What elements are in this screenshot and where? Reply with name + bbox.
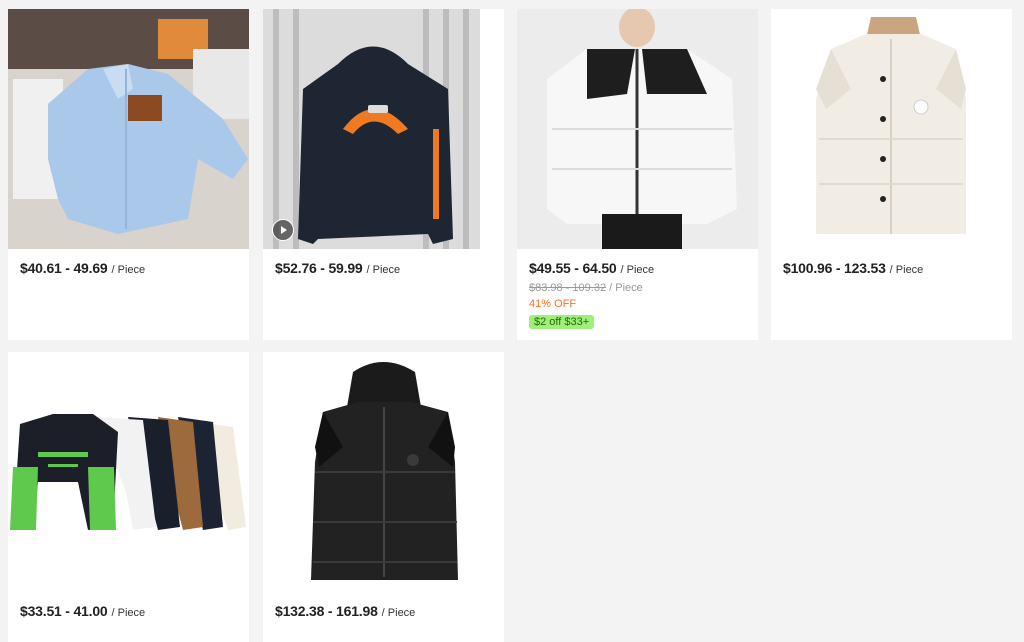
price: $100.96 - 123.53 (783, 260, 886, 276)
discount-badge: 41% OFF (529, 298, 577, 310)
coupon-badge[interactable]: $2 off $33+ (529, 315, 595, 329)
price: $49.55 - 64.50 (529, 260, 617, 276)
price: $33.51 - 41.00 (20, 603, 108, 619)
product-image[interactable] (517, 9, 758, 249)
product-image[interactable] (263, 9, 480, 249)
product-image[interactable] (8, 352, 249, 592)
price-unit: / Piece (366, 264, 401, 276)
original-price: $83.98 - 109.32 (529, 282, 607, 294)
tees-image (8, 352, 249, 592)
product-card[interactable]: $52.76 - 59.99 / Piece (263, 9, 504, 340)
puffer-jacket-image (517, 9, 758, 249)
price: $132.38 - 161.98 (275, 603, 378, 619)
product-card[interactable]: $132.38 - 161.98 / Piece (263, 352, 504, 642)
product-card[interactable]: $100.96 - 123.53 / Piece (771, 9, 1012, 340)
price-unit: / Piece (620, 264, 655, 276)
price-unit: / Piece (889, 264, 924, 276)
price-unit: / Piece (381, 607, 416, 619)
shirt-image (8, 9, 249, 249)
original-price-unit: / Piece (609, 282, 643, 294)
product-image[interactable] (263, 352, 504, 592)
black-vest-image (263, 352, 504, 592)
price-unit: / Piece (111, 607, 146, 619)
hoodie-image (263, 9, 480, 249)
product-image[interactable] (8, 9, 249, 249)
product-card[interactable]: $40.61 - 49.69 / Piece (8, 9, 249, 340)
price: $40.61 - 49.69 (20, 260, 108, 276)
puffer-vest-image (771, 9, 1012, 249)
product-card[interactable]: $33.51 - 41.00 / Piece (8, 352, 249, 642)
product-image[interactable] (771, 9, 1012, 249)
price: $52.76 - 59.99 (275, 260, 363, 276)
product-card[interactable]: $49.55 - 64.50 / Piece $83.98 - 109.32 /… (517, 9, 758, 340)
play-icon[interactable] (272, 219, 294, 241)
price-unit: / Piece (111, 264, 146, 276)
